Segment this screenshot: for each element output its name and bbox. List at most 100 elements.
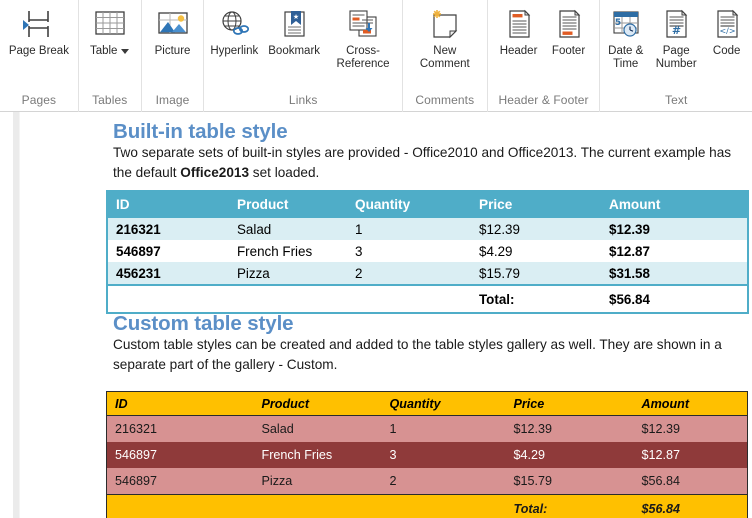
cell-product: Salad — [229, 218, 347, 240]
table-row[interactable]: 216321 Salad 1 $12.39 $12.39 — [107, 218, 748, 240]
col-header-id: ID — [107, 190, 229, 218]
cell-product: Pizza — [229, 262, 347, 285]
footer-label: Footer — [552, 45, 585, 58]
date-and-time-button[interactable]: 5 Date & Time — [601, 4, 651, 70]
ribbon-group-label-header-footer: Header & Footer — [488, 88, 600, 112]
footer-icon — [552, 6, 586, 42]
new-comment-button[interactable]: New Comment — [415, 4, 475, 70]
cell-price: $4.29 — [471, 240, 601, 262]
code-icon: </> — [710, 6, 744, 42]
table-built-in-style[interactable]: ID Product Quantity Price Amount 216321 … — [106, 190, 749, 314]
table-row[interactable]: 546897 Pizza 2 $15.79 $56.84 — [107, 468, 748, 495]
table-row[interactable]: 546897 French Fries 3 $4.29 $12.87 — [107, 240, 748, 262]
cell-amount: $31.58 — [601, 262, 748, 285]
cell-quantity: 2 — [382, 468, 506, 495]
document-canvas[interactable]: Built-in table style Two separate sets o… — [0, 112, 752, 518]
col-header-product: Product — [229, 190, 347, 218]
svg-text:</>: </> — [719, 27, 735, 36]
table-icon — [93, 6, 127, 42]
cell-id: 546897 — [107, 240, 229, 262]
ribbon-group-text: 5 Date & Time — [599, 0, 752, 112]
ribbon-group-label-links: Links — [204, 88, 401, 112]
new-comment-label: New Comment — [420, 45, 470, 70]
bookmark-button[interactable]: ★ Bookmark — [263, 4, 325, 58]
cell-id: 546897 — [107, 442, 254, 468]
table-row-total[interactable]: Total: $56.84 — [107, 495, 748, 518]
cross-reference-button[interactable]: Cross-Reference — [325, 4, 401, 70]
ribbon-group-header-footer: Header — [487, 0, 600, 112]
ribbon-group-links: Hyperlink ★ Bookmark — [203, 0, 401, 112]
cell-empty-1 — [107, 285, 229, 313]
cell-amount: $12.87 — [601, 240, 748, 262]
bookmark-label: Bookmark — [268, 45, 320, 58]
ribbon-group-pages: Page Break Pages — [0, 0, 78, 112]
cell-empty-1 — [107, 495, 254, 518]
table-row[interactable]: 456231 Pizza 2 $15.79 $31.58 — [107, 262, 748, 285]
code-button[interactable]: </> Code — [702, 4, 752, 58]
col-header-quantity: Quantity — [382, 392, 506, 416]
ribbon-group-label-text: Text — [600, 88, 752, 112]
picture-button[interactable]: Picture — [148, 4, 198, 58]
table-row-header: ID Product Quantity Price Amount — [107, 392, 748, 416]
picture-label: Picture — [155, 45, 191, 58]
page-number-label: Page Number — [656, 45, 697, 70]
cell-product: Salad — [254, 416, 382, 443]
heading-custom-table-style: Custom table style — [113, 312, 293, 336]
page-break-button[interactable]: Page Break — [4, 4, 74, 58]
cell-total-value: $56.84 — [634, 495, 748, 518]
col-header-id: ID — [107, 392, 254, 416]
new-comment-icon — [428, 6, 462, 42]
cell-quantity: 1 — [347, 218, 471, 240]
col-header-amount: Amount — [601, 190, 748, 218]
document-page: Built-in table style Two separate sets o… — [20, 112, 752, 518]
header-label: Header — [500, 45, 538, 58]
hyperlink-button[interactable]: Hyperlink — [205, 4, 263, 58]
table-button[interactable]: Table — [85, 4, 135, 58]
cell-total-value: $56.84 — [601, 285, 748, 313]
svg-text:★: ★ — [293, 13, 299, 21]
cell-id: 456231 — [107, 262, 229, 285]
svg-text:5: 5 — [615, 18, 621, 28]
col-header-quantity: Quantity — [347, 190, 471, 218]
hyperlink-label: Hyperlink — [210, 45, 258, 58]
table-row-header: ID Product Quantity Price Amount — [107, 190, 748, 218]
footer-button[interactable]: Footer — [544, 4, 594, 58]
chevron-down-icon[interactable] — [121, 49, 129, 54]
cell-product: French Fries — [254, 442, 382, 468]
cell-total-label: Total: — [471, 285, 601, 313]
cell-quantity: 3 — [382, 442, 506, 468]
table-row[interactable]: 546897 French Fries 3 $4.29 $12.87 — [107, 442, 748, 468]
bookmark-icon: ★ — [277, 6, 311, 42]
cell-amount: $12.39 — [601, 218, 748, 240]
cell-id: 546897 — [107, 468, 254, 495]
table-custom-style[interactable]: ID Product Quantity Price Amount 216321 … — [106, 391, 748, 518]
ribbon-group-label-pages: Pages — [0, 88, 78, 112]
table-row[interactable]: 216321 Salad 1 $12.39 $12.39 — [107, 416, 748, 443]
cell-price: $4.29 — [506, 442, 634, 468]
cell-product: Pizza — [254, 468, 382, 495]
page-number-icon: # — [659, 6, 693, 42]
ribbon-group-label-comments: Comments — [403, 88, 487, 112]
paragraph-built-in-text2: set loaded. — [249, 165, 319, 180]
cross-reference-label: Cross-Reference — [330, 45, 396, 70]
cell-id: 216321 — [107, 218, 229, 240]
page-number-button[interactable]: # Page Number — [651, 4, 702, 70]
date-time-icon: 5 — [609, 6, 643, 42]
picture-icon — [156, 6, 190, 42]
cell-price: $15.79 — [506, 468, 634, 495]
cell-empty-3 — [382, 495, 506, 518]
table-row-total[interactable]: Total: $56.84 — [107, 285, 748, 313]
page-break-icon — [22, 6, 56, 42]
header-icon — [502, 6, 536, 42]
cell-amount: $56.84 — [634, 468, 748, 495]
ribbon-group-image: Picture Image — [141, 0, 204, 112]
cell-quantity: 3 — [347, 240, 471, 262]
paragraph-built-in-bold: Office2013 — [180, 165, 249, 180]
cell-total-label: Total: — [506, 495, 634, 518]
cell-price: $15.79 — [471, 262, 601, 285]
col-header-price: Price — [471, 190, 601, 218]
paragraph-built-in: Two separate sets of built-in styles are… — [113, 143, 743, 183]
header-button[interactable]: Header — [494, 4, 544, 58]
col-header-product: Product — [254, 392, 382, 416]
hyperlink-icon — [217, 6, 251, 42]
